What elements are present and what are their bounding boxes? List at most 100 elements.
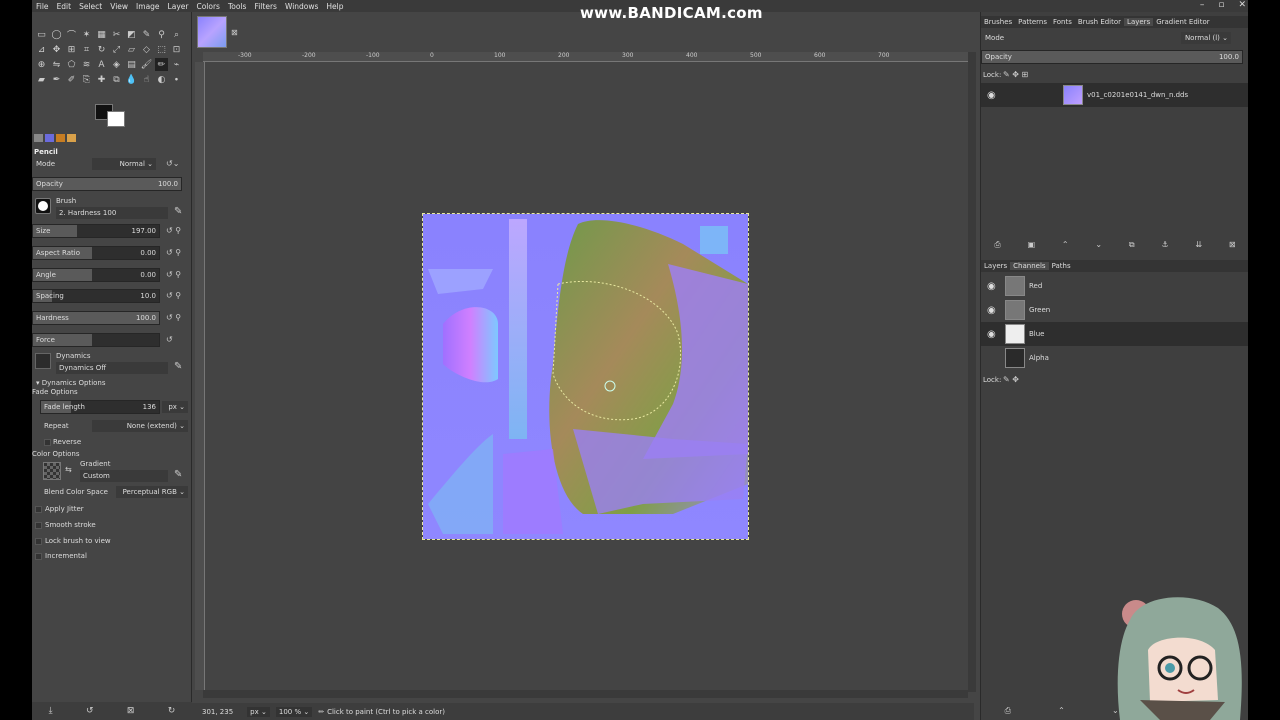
tab-brushes[interactable]: Brushes bbox=[981, 18, 1015, 26]
delete-layer-icon[interactable]: ⊠ bbox=[1229, 240, 1236, 254]
clone-tool-icon[interactable]: ⎘ bbox=[80, 73, 93, 86]
paintbrush-tool-icon[interactable]: 🖌 bbox=[140, 58, 153, 71]
foreground-select-tool-icon[interactable]: ◩ bbox=[125, 28, 138, 41]
tab-paths[interactable]: Paths bbox=[1049, 262, 1074, 270]
horizontal-scrollbar[interactable] bbox=[203, 690, 968, 698]
angle-reset-icon[interactable]: ↺ ⚲ bbox=[166, 270, 181, 279]
3d-transform-tool-icon[interactable]: ⬚ bbox=[155, 43, 168, 56]
warp-transform-tool-icon[interactable]: ≋ bbox=[80, 58, 93, 71]
menu-image[interactable]: Image bbox=[132, 2, 164, 11]
color-picker-tool-icon[interactable]: ⚲ bbox=[155, 28, 168, 41]
smudge-tool-icon[interactable]: ☝ bbox=[140, 73, 153, 86]
dodge-burn-tool-icon[interactable]: ◐ bbox=[155, 73, 168, 86]
align-tool-icon[interactable]: ⊞ bbox=[65, 43, 78, 56]
heal-tool-icon[interactable]: ✚ bbox=[95, 73, 108, 86]
restore-options-icon[interactable]: ↺ bbox=[86, 706, 94, 716]
unified-transform-tool-icon[interactable]: ⊡ bbox=[170, 43, 183, 56]
cage-transform-tool-icon[interactable]: ⬠ bbox=[65, 58, 78, 71]
edit-brush-icon[interactable]: ✎ bbox=[174, 206, 182, 217]
tab-layers[interactable]: Layers bbox=[1124, 18, 1154, 26]
merge-layer-icon[interactable]: ⇊ bbox=[1195, 240, 1202, 254]
rect-select-tool-icon[interactable]: ▭ bbox=[35, 28, 48, 41]
channel-green-eye-icon[interactable]: ◉ bbox=[987, 305, 996, 316]
ink-tool-icon[interactable]: ✒ bbox=[50, 73, 63, 86]
opacity-slider[interactable]: Opacity 100.0 bbox=[32, 177, 182, 191]
reset-mode-icon[interactable]: ↺⌄ bbox=[166, 159, 179, 168]
move-tool-icon[interactable]: ✥ bbox=[50, 43, 63, 56]
handle-transform-tool-icon[interactable]: ⊕ bbox=[35, 58, 48, 71]
spacing-reset-icon[interactable]: ↺ ⚲ bbox=[166, 291, 181, 300]
eraser-tool-icon[interactable]: ▰ bbox=[35, 73, 48, 86]
gradient-preview[interactable] bbox=[43, 462, 61, 480]
bucket-fill-tool-icon[interactable]: ◈ bbox=[110, 58, 123, 71]
airbrush-tool-icon[interactable]: ⌁ bbox=[170, 58, 183, 71]
free-select-tool-icon[interactable]: ⌒ bbox=[65, 28, 78, 41]
menu-file[interactable]: File bbox=[32, 2, 53, 11]
zoom-tool-icon[interactable]: ⌕ bbox=[170, 28, 183, 41]
undo-history-tab-icon[interactable] bbox=[56, 134, 65, 142]
channel-row-red[interactable]: ◉ Red bbox=[981, 274, 1248, 298]
layer-row[interactable]: ◉ v01_c0201e0141_dwn_n.dds bbox=[981, 83, 1248, 107]
reset-options-icon[interactable]: ↻ bbox=[168, 706, 176, 716]
close-icon[interactable]: ✕ bbox=[1238, 0, 1246, 12]
menu-layer[interactable]: Layer bbox=[164, 2, 193, 11]
paths-tool-icon[interactable]: ✎ bbox=[140, 28, 153, 41]
menu-tools[interactable]: Tools bbox=[224, 2, 250, 11]
gradient-tool-icon[interactable]: ▤ bbox=[125, 58, 138, 71]
menu-colors[interactable]: Colors bbox=[192, 2, 224, 11]
device-status-tab-icon[interactable] bbox=[45, 134, 54, 142]
blur-tool-icon[interactable]: 💧 bbox=[125, 73, 138, 86]
reverse-checkbox[interactable] bbox=[44, 439, 51, 446]
angle-slider[interactable]: Angle 0.00 bbox=[32, 268, 160, 282]
horizontal-ruler[interactable]: -300 -200 -100 0 100 200 300 400 500 600 700 bbox=[203, 52, 968, 62]
image-tab-thumbnail[interactable] bbox=[197, 16, 227, 48]
mode-select[interactable]: Normal ⌄ bbox=[92, 158, 156, 170]
brush-preview[interactable] bbox=[35, 198, 51, 214]
new-channel-icon[interactable]: ⎙ bbox=[1005, 706, 1011, 720]
gradient-reverse-icon[interactable]: ⇆ bbox=[65, 465, 72, 474]
gradient-select[interactable]: Custom bbox=[80, 470, 168, 482]
measure-tool-icon[interactable]: ⊿ bbox=[35, 43, 48, 56]
channel-row-alpha[interactable]: Alpha bbox=[981, 346, 1248, 370]
layer-opacity-slider[interactable]: Opacity 100.0 bbox=[981, 50, 1243, 64]
scissors-tool-icon[interactable]: ✂ bbox=[110, 28, 123, 41]
perspective-clone-tool-icon[interactable]: ⧉ bbox=[110, 73, 123, 86]
minimize-icon[interactable]: – bbox=[1200, 0, 1205, 12]
repeat-select[interactable]: None (extend) ⌄ bbox=[92, 420, 188, 432]
edit-dynamics-icon[interactable]: ✎ bbox=[174, 361, 182, 372]
scale-tool-icon[interactable]: ⤢ bbox=[110, 43, 123, 56]
tool-options-tab-icon[interactable] bbox=[34, 134, 43, 142]
menu-edit[interactable]: Edit bbox=[53, 2, 76, 11]
background-color-swatch[interactable] bbox=[107, 111, 125, 127]
tab-layers-bottom[interactable]: Layers bbox=[981, 262, 1010, 270]
close-image-tab-icon[interactable]: ⊠ bbox=[231, 28, 238, 37]
lock-pixels-icon[interactable]: ✎ ✥ ⊞ bbox=[1003, 70, 1028, 79]
spacing-slider[interactable]: Spacing 10.0 bbox=[32, 289, 160, 303]
maximize-icon[interactable]: ▫ bbox=[1218, 0, 1224, 12]
aspect-ratio-slider[interactable]: Aspect Ratio 0.00 bbox=[32, 246, 160, 260]
incremental-checkbox[interactable] bbox=[35, 553, 42, 560]
edit-gradient-icon[interactable]: ✎ bbox=[174, 469, 182, 480]
delete-options-icon[interactable]: ⊠ bbox=[127, 706, 135, 716]
lower-layer-icon[interactable]: ⌄ bbox=[1095, 240, 1102, 254]
anchor-layer-icon[interactable]: ⚓ bbox=[1161, 240, 1168, 254]
smooth-stroke-checkbox[interactable] bbox=[35, 522, 42, 529]
tab-patterns[interactable]: Patterns bbox=[1015, 18, 1050, 26]
channel-blue-eye-icon[interactable]: ◉ bbox=[987, 329, 996, 340]
menu-select[interactable]: Select bbox=[75, 2, 106, 11]
aspect-reset-icon[interactable]: ↺ ⚲ bbox=[166, 248, 181, 257]
raise-layer-icon[interactable]: ⌃ bbox=[1062, 240, 1069, 254]
raise-channel-icon[interactable]: ⌃ bbox=[1058, 706, 1065, 720]
menu-windows[interactable]: Windows bbox=[281, 2, 322, 11]
ellipse-select-tool-icon[interactable]: ◯ bbox=[50, 28, 63, 41]
hardness-slider[interactable]: Hardness 100.0 bbox=[32, 311, 160, 325]
tab-fonts[interactable]: Fonts bbox=[1050, 18, 1075, 26]
duplicate-layer-icon[interactable]: ⧉ bbox=[1129, 240, 1135, 254]
channels-lock-icons[interactable]: ✎ ✥ bbox=[1003, 375, 1019, 384]
channel-row-blue[interactable]: ◉ Blue bbox=[981, 322, 1248, 346]
dynamics-select[interactable]: Dynamics Off bbox=[56, 362, 168, 374]
perspective-tool-icon[interactable]: ◇ bbox=[140, 43, 153, 56]
vertical-ruler[interactable] bbox=[195, 62, 205, 690]
dynamics-preview-icon[interactable] bbox=[35, 353, 51, 369]
tab-channels[interactable]: Channels bbox=[1010, 262, 1049, 270]
